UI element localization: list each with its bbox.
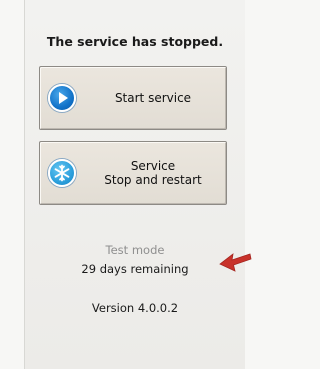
service-label-line2: Stop and restart bbox=[104, 173, 202, 187]
stop-restart-service-button[interactable]: Service Stop and restart bbox=[39, 141, 227, 205]
snowflake-icon bbox=[48, 159, 76, 187]
version-text: Version 4.0.0.2 bbox=[91, 301, 179, 315]
start-service-label: Start service bbox=[114, 91, 192, 105]
test-mode-label: Test mode bbox=[105, 243, 165, 257]
start-service-button[interactable]: Start service bbox=[39, 66, 227, 130]
service-panel: The service has stopped. Start service S… bbox=[24, 0, 245, 369]
red-arrow-pointer bbox=[219, 253, 252, 272]
service-label-line1: Service bbox=[130, 159, 176, 173]
service-status-text: The service has stopped. bbox=[46, 34, 224, 49]
play-icon bbox=[48, 84, 76, 112]
days-remaining-text: 29 days remaining bbox=[81, 262, 189, 276]
stop-restart-label: Service Stop and restart bbox=[84, 142, 222, 204]
